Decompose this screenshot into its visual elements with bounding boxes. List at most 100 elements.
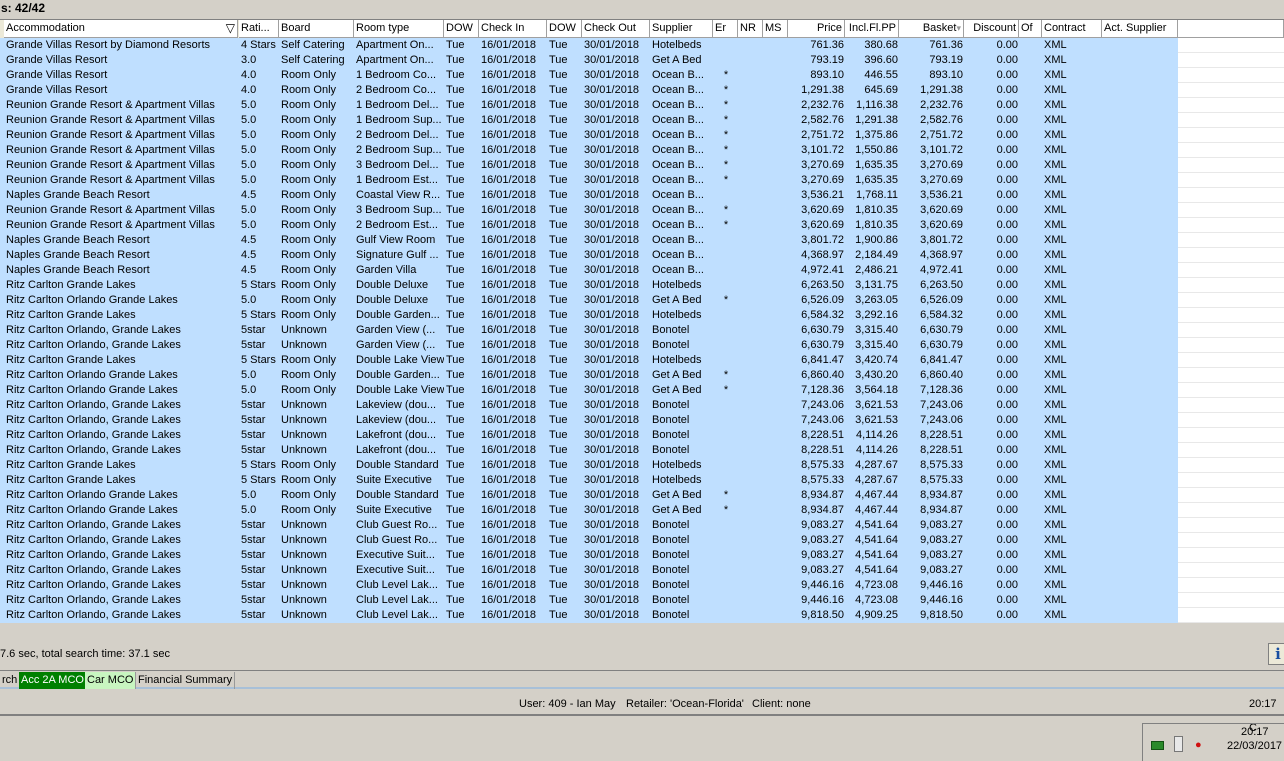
table-row[interactable]: Ritz Carlton Orlando, Grande Lakes 5star U… [0,443,1284,458]
cell-dow-4: Tue [444,458,480,473]
column-header-nr-10[interactable]: NR [738,20,763,38]
speaker-muted-icon[interactable]: ● [1195,738,1211,752]
cell-discount-15: 0.00 [964,83,1020,98]
cell-dow-4: Tue [444,248,480,263]
cell-contract-17: XML [1042,353,1103,368]
table-row[interactable]: Ritz Carlton Orlando, Grande Lakes 5star U… [0,428,1284,443]
column-header-contract-17[interactable]: Contract [1042,20,1102,38]
table-row[interactable]: Reunion Grande Resort & Apartment Villas… [0,113,1284,128]
table-row[interactable]: Naples Grande Beach Resort 4.5 Room Only Co… [0,188,1284,203]
table-row[interactable]: Ritz Carlton Orlando, Grande Lakes 5star U… [0,608,1284,623]
table-row[interactable]: Ritz Carlton Orlando Grande Lakes 5.0 Room… [0,488,1284,503]
cell-act-supplier-18 [1102,473,1179,488]
table-row[interactable]: Ritz Carlton Grande Lakes 5 Stars Room Onl… [0,353,1284,368]
table-row[interactable]: Ritz Carlton Orlando, Grande Lakes 5star U… [0,533,1284,548]
clock-date[interactable]: 22/03/2017 [1227,740,1282,752]
table-row[interactable]: Reunion Grande Resort & Apartment Villas… [0,158,1284,173]
table-row[interactable]: Ritz Carlton Grande Lakes 5 Stars Room Onl… [0,458,1284,473]
table-row[interactable]: Reunion Grande Resort & Apartment Villas… [0,128,1284,143]
table-row[interactable]: Naples Grande Beach Resort 4.5 Room Only Ga… [0,263,1284,278]
table-row[interactable]: Ritz Carlton Orlando, Grande Lakes 5star U… [0,548,1284,563]
cell-price-12: 1,291.38 [788,83,846,98]
clock-time[interactable]: 20:17 [1241,726,1269,738]
cell-incl-fl-pp-13: 4,541.64 [845,548,900,563]
cell-ms-11 [763,488,789,503]
table-row[interactable]: Naples Grande Beach Resort 4.5 Room Only Si… [0,248,1284,263]
table-row[interactable]: Ritz Carlton Orlando Grande Lakes 5.0 Room… [0,293,1284,308]
table-row[interactable]: Ritz Carlton Grande Lakes 5 Stars Room Onl… [0,473,1284,488]
cell-er-9 [713,38,739,53]
column-header-price-12[interactable]: Price [788,20,845,38]
column-header-supplier-8[interactable]: Supplier [650,20,713,38]
table-row[interactable]: Reunion Grande Resort & Apartment Villas… [0,143,1284,158]
table-row[interactable]: Ritz Carlton Grande Lakes 5 Stars Room Onl… [0,278,1284,293]
table-row[interactable]: Grande Villas Resort by Diamond Resorts 4… [0,38,1284,53]
column-header-dow-6[interactable]: DOW [547,20,582,38]
column-header-board-2[interactable]: Board [279,20,354,38]
table-row[interactable]: Ritz Carlton Orlando Grande Lakes 5.0 Room… [0,368,1284,383]
table-row[interactable]: Ritz Carlton Orlando, Grande Lakes 5star U… [0,593,1284,608]
cell-check-in-5: 16/01/2018 [479,383,548,398]
table-row[interactable]: Grande Villas Resort 3.0 Self Catering Apar… [0,53,1284,68]
table-row[interactable]: Ritz Carlton Orlando, Grande Lakes 5star U… [0,338,1284,353]
cell-of-16 [1019,443,1043,458]
table-row[interactable]: Reunion Grande Resort & Apartment Villas… [0,203,1284,218]
cell-act-supplier-18 [1102,338,1179,353]
column-header-of-16[interactable]: Of [1019,20,1042,38]
table-row[interactable]: Grande Villas Resort 4.0 Room Only 1 Bedroo… [0,68,1284,83]
table-row[interactable]: Ritz Carlton Orlando, Grande Lakes 5star U… [0,578,1284,593]
table-row[interactable]: Reunion Grande Resort & Apartment Villas… [0,218,1284,233]
table-row[interactable]: Reunion Grande Resort & Apartment Villas… [0,173,1284,188]
column-header-ms-11[interactable]: MS [763,20,788,38]
tab-car-mco[interactable]: Car MCO [85,672,137,689]
cell-accommodation-0: Reunion Grande Resort & Apartment Villas [4,113,239,128]
cell-of-16 [1019,338,1043,353]
column-header-incl-fl-pp-13[interactable]: Incl.Fl.PP [845,20,899,38]
table-row[interactable]: Ritz Carlton Orlando, Grande Lakes 5star U… [0,323,1284,338]
cell-of-16 [1019,353,1043,368]
tab-search[interactable]: rch [0,672,21,689]
table-row[interactable]: Ritz Carlton Orlando, Grande Lakes 5star U… [0,563,1284,578]
cell-basket-14: 8,934.87 [899,503,965,518]
tab-financial-summary[interactable]: Financial Summary [136,672,236,689]
column-header-check-in-5[interactable]: Check In [479,20,547,38]
cell-basket-14: 6,860.40 [899,368,965,383]
table-row[interactable]: Ritz Carlton Orlando, Grande Lakes 5star U… [0,398,1284,413]
cell-board-2: Room Only [279,458,355,473]
column-header-check-out-7[interactable]: Check Out [582,20,650,38]
filter-icon[interactable]: ▽ [226,20,235,37]
table-row[interactable]: Grande Villas Resort 4.0 Room Only 2 Bedroo… [0,83,1284,98]
column-header-room-type-3[interactable]: Room type [354,20,444,38]
cell-rati-1: 5star [239,338,280,353]
cell-dow-6: Tue [547,443,583,458]
column-header-basket-14[interactable]: Basket▾ [899,20,964,38]
cell-blank [1178,503,1284,518]
column-header-discount-15[interactable]: Discount [964,20,1019,38]
cell-dow-6: Tue [547,98,583,113]
cell-rati-1: 5star [239,578,280,593]
table-row[interactable]: Reunion Grande Resort & Apartment Villas… [0,98,1284,113]
network-icon[interactable] [1151,741,1164,750]
table-row[interactable]: Ritz Carlton Orlando, Grande Lakes 5star U… [0,518,1284,533]
column-header-accommodation-0[interactable]: Accommodation ▽ [4,20,238,38]
column-header-rati-1[interactable]: Rati... [239,20,279,38]
results-grid[interactable]: Accommodation ▽ Rati... Board Room type DOW Ch… [0,19,1284,623]
cell-er-9: * [713,218,739,233]
cell-dow-6: Tue [547,518,583,533]
table-row[interactable]: Ritz Carlton Grande Lakes 5 Stars Room Onl… [0,308,1284,323]
cell-rati-1: 4.5 [239,233,280,248]
tab-acc-2a-mco[interactable]: Acc 2A MCO [19,672,87,689]
sort-descending-icon[interactable]: ▾ [956,23,961,33]
usb-device-icon[interactable] [1174,736,1183,752]
table-row[interactable]: Naples Grande Beach Resort 4.5 Room Only Gu… [0,233,1284,248]
info-button[interactable]: i [1268,643,1284,665]
column-header-act-supplier-18[interactable]: Act. Supplier [1102,20,1178,38]
table-row[interactable]: Ritz Carlton Orlando Grande Lakes 5.0 Room… [0,383,1284,398]
column-header-dow-4[interactable]: DOW [444,20,479,38]
cell-accommodation-0: Ritz Carlton Orlando, Grande Lakes [4,548,239,563]
cell-rati-1: 4.5 [239,188,280,203]
cell-check-in-5: 16/01/2018 [479,278,548,293]
table-row[interactable]: Ritz Carlton Orlando Grande Lakes 5.0 Room… [0,503,1284,518]
column-header-er-9[interactable]: Er [713,20,738,38]
table-row[interactable]: Ritz Carlton Orlando, Grande Lakes 5star U… [0,413,1284,428]
